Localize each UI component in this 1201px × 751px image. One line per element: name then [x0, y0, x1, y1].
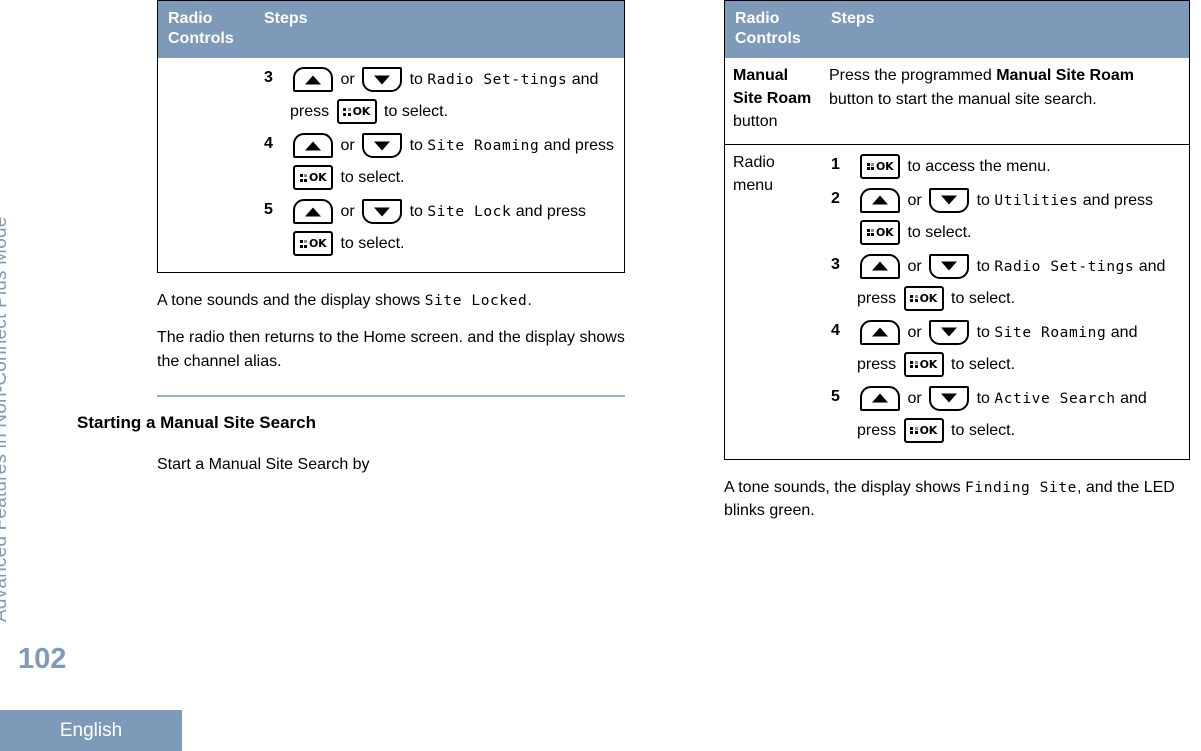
display-text: Active Search: [994, 390, 1116, 407]
down-arrow-key-icon: [362, 67, 403, 93]
right-paragraph-finding-site: A tone sounds, the display shows Finding…: [724, 476, 1190, 523]
left-para1-lcd: Site Locked: [424, 293, 528, 310]
menu-ok-key-icon: OK: [903, 417, 944, 443]
page-side-rail: Advanced Features in Non-Connect Plus Mo…: [0, 0, 182, 751]
display-text: Utilities: [994, 192, 1079, 209]
ok-label: OK: [919, 291, 938, 305]
manual-site-roam-instruction: Press the programmed Manual Site Roam bu…: [829, 64, 1181, 112]
page-number: 102: [18, 643, 67, 675]
control-name-radio-menu: Radio menu: [733, 153, 775, 194]
table-row-radio-menu: Radio menu OK to access the menu. or to …: [724, 143, 1190, 460]
step-item: or to Site Roaming and press OK to selec…: [831, 315, 1181, 381]
cell-radio-control: [158, 58, 255, 273]
menu-ok-key-icon: OK: [860, 153, 900, 179]
left-paragraph-site-locked: A tone sounds and the display shows Site…: [157, 289, 625, 312]
cell-steps: OK to access the menu. or to Utilities a…: [821, 143, 1190, 460]
left-para1-pre: A tone sounds and the display shows: [157, 292, 425, 310]
ok-label: OK: [919, 357, 938, 371]
step-list-left: or to Radio Set-tings and press OK to se…: [262, 62, 616, 260]
up-arrow-key-icon: [860, 385, 900, 411]
display-text: Radio Set-tings: [427, 72, 568, 89]
section-divider: [157, 395, 625, 398]
left-paragraph-home-screen: The radio then returns to the Home scree…: [157, 329, 625, 370]
menu-grid-glyph: [343, 108, 351, 116]
menu-grid-glyph: [299, 240, 307, 248]
column-header-steps: Steps: [254, 0, 625, 59]
ok-label: OK: [876, 225, 894, 239]
up-arrow-key-icon: [293, 199, 333, 225]
control-name-bold: Manual Site Roam: [733, 67, 812, 108]
menu-grid-glyph: [866, 228, 874, 237]
instruction-pre: Press the programmed: [829, 67, 997, 85]
table-row-manual-site-roam: Manual Site Roam button Press the progra…: [725, 58, 1190, 144]
menu-ok-key-icon: OK: [293, 231, 333, 257]
menu-ok-key-icon: OK: [903, 285, 944, 311]
column-header-radio-controls: Radio Controls: [724, 0, 821, 59]
section-heading-starting-manual-site-search: Starting a Manual Site Search: [77, 413, 317, 433]
menu-grid-glyph: [299, 174, 307, 182]
cell-radio-control: Radio menu: [724, 143, 821, 460]
step-item: OK to access the menu.: [831, 149, 1181, 183]
table-header-row: Radio Controls Steps: [157, 0, 625, 59]
running-head: Advanced Features in Non-Connect Plus Mo…: [0, 216, 11, 622]
cell-radio-control: Manual Site Roam button: [725, 58, 822, 144]
step-item: or to Site Lock and press OK to select.: [264, 194, 616, 260]
display-text: Site Roaming: [427, 138, 540, 155]
step-item: or to Site Roaming and press OK to selec…: [264, 128, 616, 194]
instruction-button-name: Manual Site Roam: [996, 67, 1134, 85]
instruction-post: button to start the manual site search.: [829, 91, 1097, 109]
cell-steps: or to Radio Set-tings and press OK to se…: [254, 58, 625, 273]
step-item: or to Utilities and press OK to select.: [831, 183, 1181, 249]
menu-grid-glyph: [866, 162, 874, 171]
display-text: Site Roaming: [994, 324, 1107, 341]
menu-ok-key-icon: OK: [860, 219, 900, 245]
down-arrow-key-icon: [929, 385, 970, 411]
display-text: Site Lock: [427, 204, 512, 221]
column-header-radio-controls: Radio Controls: [157, 0, 254, 59]
control-name-plain: button: [733, 113, 778, 131]
display-text: Radio Set-tings: [994, 258, 1135, 275]
right-para1-lcd: Finding Site: [965, 479, 1078, 496]
cell-steps: Press the programmed Manual Site Roam bu…: [821, 58, 1190, 144]
down-arrow-key-icon: [929, 319, 970, 345]
up-arrow-key-icon: [293, 133, 333, 159]
down-arrow-key-icon: [929, 187, 970, 213]
ok-label: OK: [309, 237, 327, 251]
up-arrow-key-icon: [860, 253, 900, 279]
right-column: Radio Controls Steps Manual Site Roam bu…: [724, 0, 1190, 522]
menu-grid-glyph: [910, 426, 918, 435]
left-para1-post: .: [527, 292, 532, 310]
menu-grid-glyph: [910, 360, 918, 369]
step-item: or to Active Search and press OK to sele…: [831, 381, 1181, 447]
menu-ok-key-icon: OK: [293, 165, 333, 191]
table-header-row: Radio Controls Steps: [724, 0, 1190, 59]
ok-label: OK: [919, 423, 938, 437]
up-arrow-key-icon: [293, 67, 333, 93]
menu-ok-key-icon: OK: [336, 99, 377, 125]
down-arrow-key-icon: [929, 253, 970, 279]
column-header-steps: Steps: [821, 0, 1190, 59]
menu-ok-key-icon: OK: [903, 351, 944, 377]
ok-label: OK: [876, 159, 894, 173]
language-tab: English: [0, 710, 182, 751]
right-para1-pre: A tone sounds, the display shows: [724, 478, 966, 496]
step-item: or to Radio Set-tings and press OK to se…: [831, 249, 1181, 315]
down-arrow-key-icon: [362, 133, 403, 159]
right-procedure-table: Radio Controls Steps Manual Site Roam bu…: [724, 0, 1190, 460]
up-arrow-key-icon: [860, 319, 900, 345]
step-list-right: OK to access the menu. or to Utilities a…: [829, 149, 1181, 447]
menu-grid-glyph: [910, 294, 918, 303]
left-column: Radio Controls Steps or to Radio Set-tin…: [77, 0, 625, 476]
down-arrow-key-icon: [362, 199, 403, 225]
step-item: or to Radio Set-tings and press OK to se…: [264, 62, 616, 128]
up-arrow-key-icon: [860, 187, 900, 213]
table-row: or to Radio Set-tings and press OK to se…: [158, 58, 625, 273]
left-paragraph-section-body: Start a Manual Site Search by: [157, 456, 370, 474]
left-procedure-table: Radio Controls Steps or to Radio Set-tin…: [157, 0, 625, 274]
ok-label: OK: [309, 171, 327, 185]
ok-label: OK: [352, 105, 371, 119]
